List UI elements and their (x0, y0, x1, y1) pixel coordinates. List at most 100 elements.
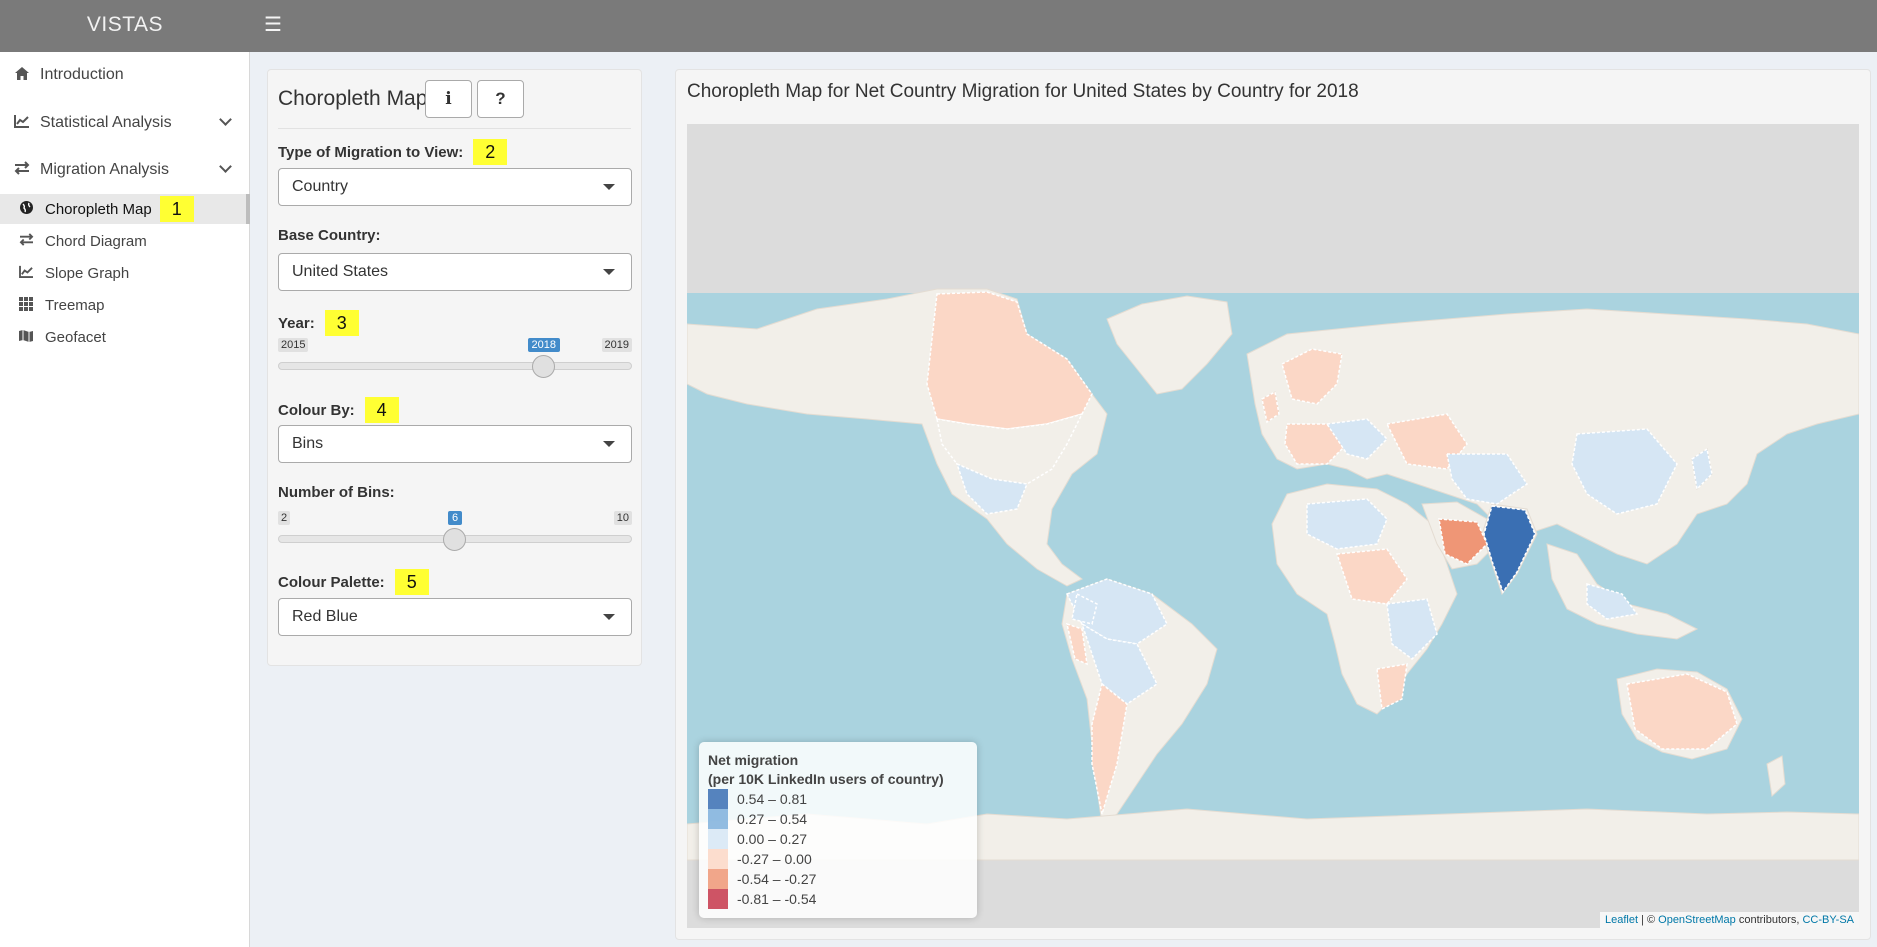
sidebar-item-label: Statistical Analysis (40, 114, 172, 131)
sidebar-item-geofacet[interactable]: Geofacet (0, 322, 250, 352)
legend-label: 0.54 – 0.81 (737, 791, 808, 807)
slider-min: 2015 (278, 338, 309, 352)
info-button[interactable]: i (425, 80, 472, 118)
sidebar-item-migration-analysis[interactable]: Migration Analysis (0, 150, 250, 190)
sidebar-item-statistical-analysis[interactable]: Statistical Analysis (0, 103, 250, 143)
divider (278, 128, 631, 129)
colour-by-label: Colour By: 4 (278, 397, 399, 423)
info-icon: i (445, 89, 452, 109)
select-value: United States (292, 263, 389, 280)
label-text: Colour Palette: (278, 573, 385, 591)
sidebar-item-chord-diagram[interactable]: Chord Diagram (0, 226, 250, 256)
colour-palette-select[interactable]: Red Blue (278, 598, 632, 636)
sidebar-item-label: Migration Analysis (40, 161, 169, 178)
caret-down-icon (603, 441, 615, 447)
exchange-icon (18, 233, 34, 249)
sidebar-item-label: Chord Diagram (45, 232, 147, 250)
migration-type-select[interactable]: Country (278, 168, 632, 206)
slider-handle[interactable] (443, 528, 466, 551)
line-chart-icon (13, 114, 31, 132)
legend-swatch (708, 809, 728, 829)
legend-item: -0.54 – -0.27 (708, 869, 968, 889)
select-value: Red Blue (292, 608, 358, 625)
legend-swatch (708, 889, 728, 909)
control-panel: Choropleth Map i ? Type of Migration to … (267, 69, 642, 666)
caret-down-icon (603, 614, 615, 620)
slider-value: 2018 (527, 338, 560, 352)
year-label: Year: 3 (278, 310, 359, 336)
legend-item: 0.00 – 0.27 (708, 829, 968, 849)
question-icon: ? (495, 89, 506, 108)
globe-icon (18, 200, 34, 218)
top-navbar: VISTAS ☰ (0, 0, 1877, 52)
slider-max: 2019 (601, 338, 632, 352)
annotation-badge-3: 3 (324, 310, 359, 336)
label-text: Colour By: (278, 401, 355, 419)
exchange-icon (13, 161, 31, 179)
legend-rows: 0.54 – 0.81 0.27 – 0.54 0.00 – 0.27 -0.27 –… (708, 789, 968, 909)
sidebar-item-slope-graph[interactable]: Slope Graph (0, 258, 250, 288)
chevron-down-icon (219, 113, 232, 126)
legend-item: -0.81 – -0.54 (708, 889, 968, 909)
hamburger-icon[interactable]: ☰ (262, 12, 284, 38)
sidebar-item-label: Treemap (45, 296, 105, 314)
annotation-badge-5: 5 (394, 569, 429, 595)
sidebar-item-treemap[interactable]: Treemap (0, 290, 250, 320)
map-title: Choropleth Map for Net Country Migration… (687, 81, 1359, 102)
attribution-separator: | © (1638, 914, 1659, 926)
legend-swatch (708, 849, 728, 869)
annotation-badge-4: 4 (364, 397, 399, 423)
colour-by-select[interactable]: Bins (278, 425, 632, 463)
chevron-down-icon (219, 160, 232, 173)
slider-value: 6 (448, 511, 463, 525)
caret-down-icon (603, 184, 615, 190)
legend-label: 0.27 – 0.54 (737, 811, 808, 827)
openstreetmap-link[interactable]: OpenStreetMap (1658, 914, 1736, 926)
slider-max: 10 (613, 511, 632, 525)
bins-slider[interactable]: 2 10 6 (278, 511, 632, 553)
line-chart-icon (18, 265, 34, 281)
base-country-label: Base Country: (278, 227, 381, 244)
base-country-select[interactable]: United States (278, 253, 632, 291)
home-icon (13, 66, 31, 85)
colour-palette-label: Colour Palette: 5 (278, 569, 429, 595)
panel-title: Choropleth Map (278, 87, 428, 110)
label-text: Base Country: (278, 227, 381, 244)
legend-label: -0.54 – -0.27 (737, 871, 817, 887)
map-attribution: Leaflet | © OpenStreetMap contributors, … (1599, 912, 1859, 928)
sidebar: Introduction Statistical Analysis Migrat… (0, 52, 250, 947)
legend-item: 0.54 – 0.81 (708, 789, 968, 809)
legend-swatch (708, 789, 728, 809)
year-slider[interactable]: 2015 2019 2018 (278, 338, 632, 380)
annotation-badge-2: 2 (473, 139, 508, 165)
legend-swatch (708, 869, 728, 889)
sidebar-item-label: Geofacet (45, 328, 106, 346)
choropleth-map[interactable]: Net migration (per 10K LinkedIn users of… (687, 124, 1859, 928)
slider-track[interactable] (278, 362, 632, 370)
leaflet-link[interactable]: Leaflet (1605, 914, 1638, 926)
attribution-text: contributors, (1735, 914, 1803, 926)
map-legend: Net migration (per 10K LinkedIn users of… (699, 742, 977, 918)
help-button[interactable]: ? (477, 80, 524, 118)
legend-label: -0.81 – -0.54 (737, 891, 817, 907)
sidebar-item-choropleth-map[interactable]: Choropleth Map 1 (0, 194, 250, 224)
annotation-badge-1: 1 (159, 196, 194, 222)
sidebar-item-introduction[interactable]: Introduction (0, 55, 250, 95)
number-of-bins-label: Number of Bins: (278, 484, 395, 501)
sidebar-item-label: Slope Graph (45, 264, 130, 282)
legend-title: Net migration (708, 752, 799, 768)
caret-down-icon (603, 269, 615, 275)
sidebar-item-label: Introduction (40, 66, 124, 83)
legend-subtitle: (per 10K LinkedIn users of country) (708, 771, 944, 787)
legend-item: -0.27 – 0.00 (708, 849, 968, 869)
license-link[interactable]: CC-BY-SA (1802, 914, 1854, 926)
migration-type-label: Type of Migration to View: 2 (278, 139, 508, 165)
grid-icon (18, 296, 34, 314)
label-text: Type of Migration to View: (278, 143, 464, 161)
label-text: Number of Bins: (278, 484, 395, 501)
slider-min: 2 (278, 511, 291, 525)
slider-handle[interactable] (531, 355, 555, 378)
sidebar-item-label: Choropleth Map (45, 200, 152, 218)
label-text: Year: (278, 314, 315, 332)
legend-label: 0.00 – 0.27 (737, 831, 808, 847)
